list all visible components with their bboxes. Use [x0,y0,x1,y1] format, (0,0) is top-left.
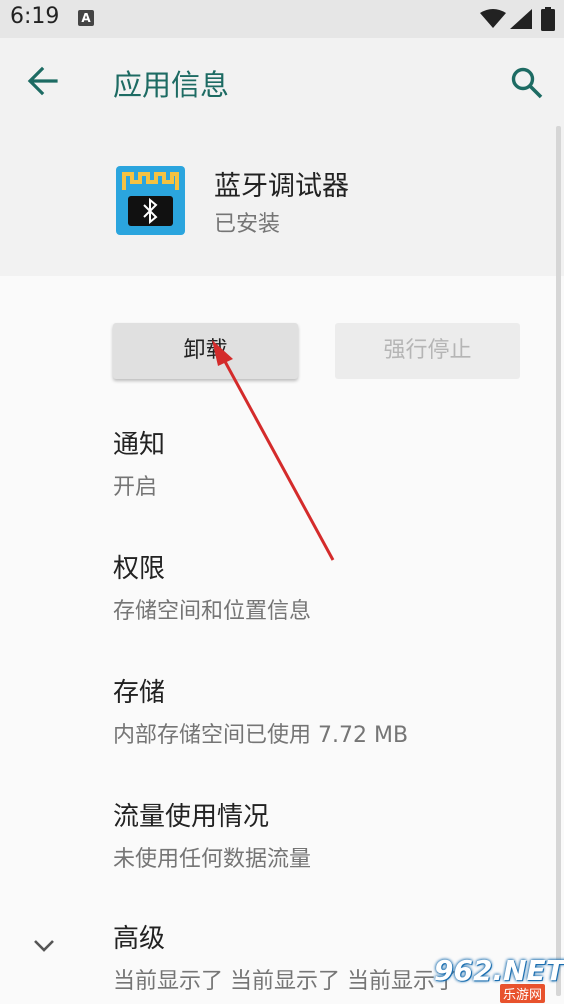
settings-item-label: 权限 [113,554,166,584]
scrollbar[interactable] [556,126,561,996]
page-title: 应用信息 [113,68,230,102]
settings-item-permissions[interactable]: 权限 存储空间和位置信息 [113,548,311,625]
force-stop-button[interactable]: 强行停止 [335,323,520,379]
watermark-text: 962.NET [434,954,564,987]
wifi-icon [480,9,506,28]
notification-a-icon: A [78,10,94,26]
bluetooth-debugger-app-icon [116,166,185,235]
arrow-left-icon[interactable] [26,65,58,97]
app-name: 蓝牙调试器 [214,171,349,202]
settings-item-summary: 开启 [113,475,158,500]
status-time: 6:19 [10,4,60,29]
signal-icon [510,9,532,29]
settings-item-summary: 未使用任何数据流量 [113,847,312,872]
watermark-logo: 962.NET 乐游网 [428,952,564,1003]
app-bar: 应用信息 [0,38,564,124]
settings-item-advanced[interactable]: 高级 当前显示了 当前显示了 当前显示了 [113,918,457,995]
battery-icon [541,7,555,31]
settings-item-summary: 内部存储空间已使用 7.72 MB [113,723,409,748]
app-header: 蓝牙调试器 已安装 [0,124,564,276]
settings-item-data-usage[interactable]: 流量使用情况 未使用任何数据流量 [113,796,311,873]
app-install-status: 已安装 [214,212,281,237]
settings-item-summary: 当前显示了 当前显示了 当前显示了 [113,969,457,994]
chevron-down-icon[interactable] [32,938,56,954]
uninstall-button[interactable]: 卸载 [113,323,298,379]
settings-item-notifications[interactable]: 通知 开启 [113,424,165,501]
app-glyph-icon [122,172,179,226]
settings-item-label: 高级 [113,924,166,954]
settings-item-label: 存储 [113,678,166,708]
settings-item-summary: 存储空间和位置信息 [113,599,312,624]
settings-item-storage[interactable]: 存储 内部存储空间已使用 7.72 MB [113,672,408,749]
status-bar: 6:19 A [0,0,564,38]
settings-item-label: 通知 [113,430,166,460]
search-icon[interactable] [510,66,544,100]
watermark-subtext: 乐游网 [500,984,546,1003]
settings-item-label: 流量使用情况 [113,802,270,832]
